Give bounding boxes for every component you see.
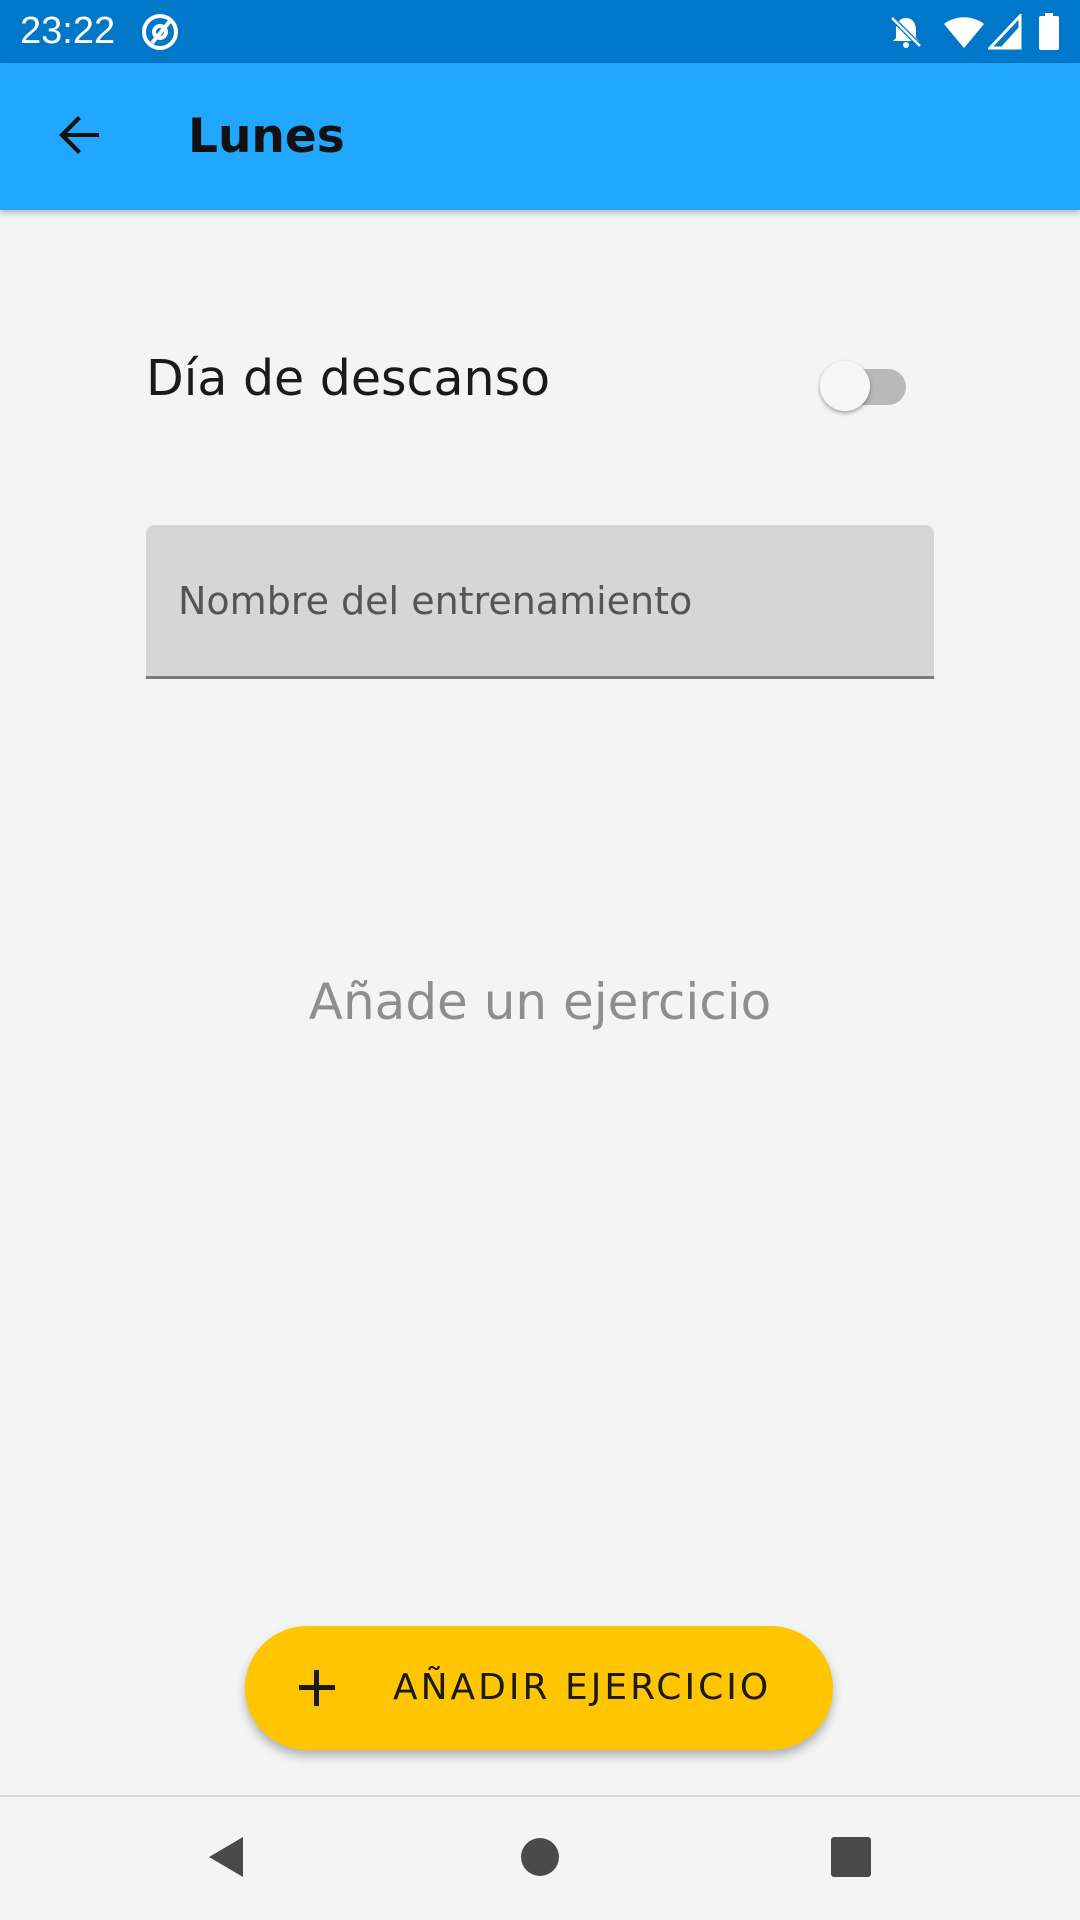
rest-day-row: Día de descanso (146, 340, 926, 420)
wifi-icon (942, 0, 986, 63)
arrow-back-icon (55, 111, 103, 163)
add-exercise-label: AÑADIR EJERCICIO (393, 1667, 772, 1708)
rest-day-label: Día de descanso (146, 350, 551, 407)
status-bar: 23:22 (0, 0, 1080, 63)
add-exercise-button[interactable]: AÑADIR EJERCICIO (245, 1626, 833, 1750)
cell-signal-icon (988, 0, 1022, 63)
empty-state-message: Añade un ejercicio (308, 973, 772, 1031)
recents-square-icon (830, 1836, 872, 1882)
back-triangle-icon (205, 1834, 247, 1884)
switch-thumb (820, 361, 870, 411)
nav-recents-button[interactable] (791, 1797, 911, 1920)
back-button[interactable] (34, 92, 124, 182)
workout-name-field[interactable] (146, 525, 934, 679)
status-time: 23:22 (20, 10, 116, 52)
battery-icon (1038, 0, 1060, 63)
rest-day-switch[interactable] (820, 352, 910, 411)
system-nav-bar (0, 1797, 1080, 1920)
nav-home-button[interactable] (480, 1797, 600, 1920)
nav-back-button[interactable] (166, 1797, 286, 1920)
at-sign-icon (140, 0, 180, 63)
workout-name-input[interactable] (178, 573, 898, 629)
notifications-off-icon (888, 0, 924, 63)
plus-icon (295, 1666, 339, 1710)
app-bar: Lunes (0, 63, 1080, 210)
page-title: Lunes (188, 109, 345, 164)
home-circle-icon (519, 1836, 561, 1882)
